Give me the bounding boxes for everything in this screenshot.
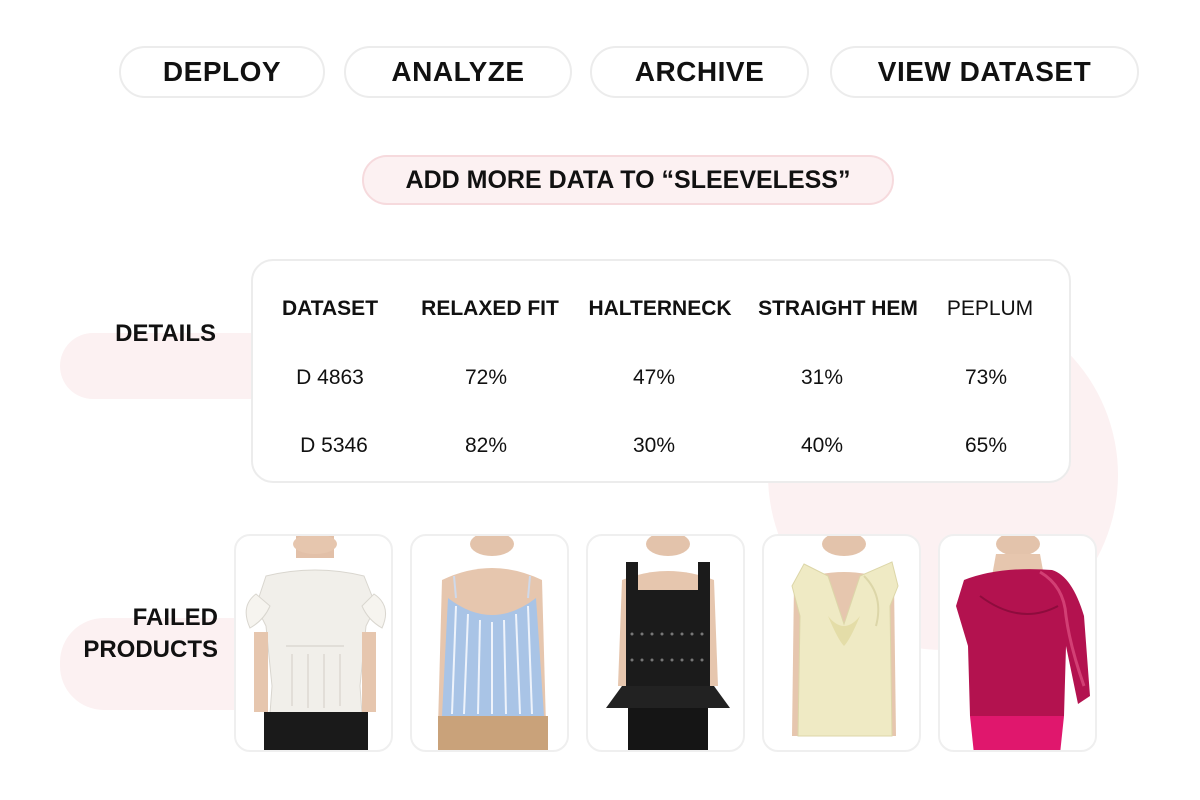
table-header: PEPLUM <box>946 297 1034 320</box>
table-cell: 72% <box>464 366 508 389</box>
failed-label-line1: FAILED <box>132 604 218 631</box>
table-cell: 40% <box>800 434 844 457</box>
product-card[interactable] <box>410 534 569 752</box>
black-peplum-top-image <box>606 536 730 750</box>
product-card[interactable] <box>586 534 745 752</box>
striped-blue-camisole-image <box>438 536 548 750</box>
table-cell: 47% <box>632 366 676 389</box>
product-card[interactable] <box>234 534 393 752</box>
view-dataset-button[interactable]: VIEW DATASET <box>830 46 1139 98</box>
table-header: HALTERNECK <box>588 297 732 320</box>
table-cell: D 4863 <box>296 366 364 389</box>
white-ruffle-top-image <box>245 536 387 750</box>
yellow-twist-halter-image <box>791 536 899 737</box>
archive-button[interactable]: ARCHIVE <box>590 46 809 98</box>
product-card[interactable] <box>762 534 921 752</box>
details-table: DATASET RELAXED FIT HALTERNECK STRAIGHT … <box>251 259 1071 483</box>
deploy-button[interactable]: DEPLOY <box>119 46 325 98</box>
table-cell: 30% <box>632 434 676 457</box>
table-cell: 82% <box>464 434 508 457</box>
table-header: RELAXED FIT <box>421 297 559 320</box>
table-header: DATASET <box>281 297 379 320</box>
table-cell: 65% <box>964 434 1008 457</box>
table-cell: 31% <box>800 366 844 389</box>
add-more-data-button[interactable]: ADD MORE DATA TO “SLEEVELESS” <box>362 155 894 205</box>
analyze-button[interactable]: ANALYZE <box>344 46 572 98</box>
details-label: DETAILS <box>115 320 216 347</box>
table-cell: 73% <box>964 366 1008 389</box>
failed-products-label: FAILED PRODUCTS <box>83 602 218 666</box>
product-card[interactable] <box>938 534 1097 752</box>
table-cell: D 5346 <box>300 434 368 457</box>
magenta-draped-top-image <box>956 536 1090 750</box>
failed-label-line2: PRODUCTS <box>83 636 218 663</box>
